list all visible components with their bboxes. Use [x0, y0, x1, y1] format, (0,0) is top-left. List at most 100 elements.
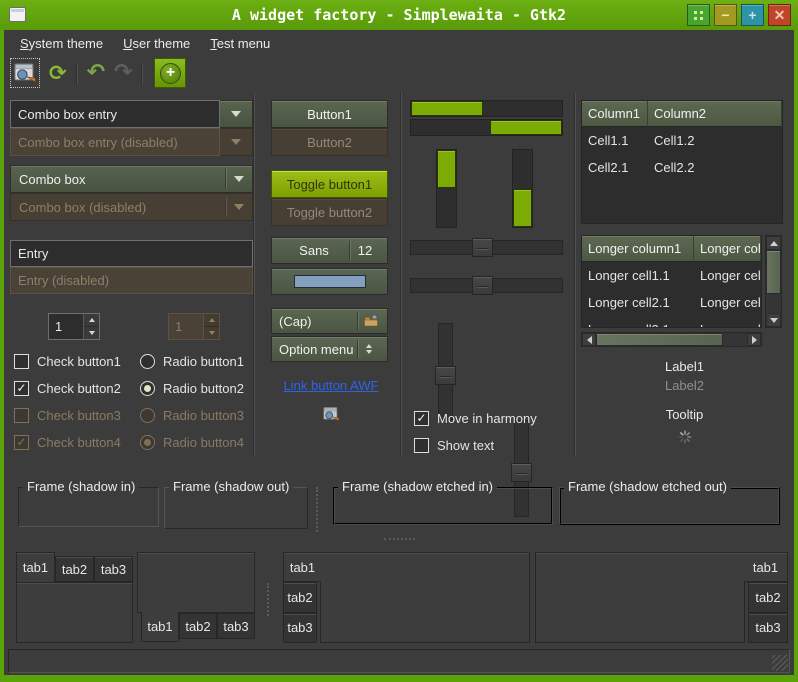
scale-vertical-1[interactable] [438, 323, 453, 420]
table-row[interactable]: Longer cell3.1 Longer cell3.2 [582, 316, 761, 328]
horizontal-scrollbar[interactable] [581, 332, 762, 347]
undo-toolbar-button[interactable]: ↶ [87, 62, 105, 84]
button1[interactable]: Button1 [271, 100, 388, 128]
radio-selected-icon[interactable] [140, 381, 155, 396]
add-toolbar-button[interactable]: + [154, 58, 186, 88]
combo-box-entry[interactable]: Combo box entry [10, 100, 253, 128]
spin-up-button[interactable] [84, 314, 99, 326]
redo-icon: ↷ [114, 60, 132, 85]
tab-tab1-active[interactable]: tab1 [744, 552, 788, 582]
arrow-down-icon [209, 331, 215, 335]
table-row[interactable]: Cell1.1 Cell1.2 [582, 127, 782, 154]
chevron-down-icon [234, 176, 244, 182]
option-menu[interactable]: Option menu [271, 336, 388, 362]
notebook-tabs-right: tab1 tab2 tab3 [535, 552, 788, 643]
radio-button-1[interactable]: Radio button1 [140, 352, 244, 370]
tab-tab3[interactable]: tab3 [748, 613, 788, 643]
menu-system-theme[interactable]: System theme [10, 32, 113, 55]
tab-tab2[interactable]: tab2 [748, 582, 788, 612]
scale-handle[interactable] [472, 276, 493, 295]
radio-button-2[interactable]: Radio button2 [140, 379, 244, 397]
spin-button[interactable]: 1 [48, 313, 100, 340]
combo-box-entry-field[interactable]: Combo box entry [10, 100, 220, 128]
spin-down-button[interactable] [84, 326, 99, 339]
table-row[interactable]: Longer cell1.1 Longer cell1.2 [582, 262, 761, 289]
check-button-1[interactable]: Check button1 [14, 352, 121, 370]
column-header[interactable]: Column2 [648, 101, 782, 127]
checkbox-checked-icon [14, 435, 29, 450]
spin-arrows [83, 314, 99, 339]
refresh-toolbar-button[interactable]: ⟳ [49, 63, 67, 84]
scroll-left-button[interactable] [582, 333, 596, 346]
scale-handle[interactable] [472, 238, 493, 257]
scale-handle[interactable] [435, 366, 456, 385]
spinner-icon [678, 430, 692, 444]
file-chooser-button[interactable]: (Cap) [271, 308, 388, 334]
menu-user-theme[interactable]: User theme [113, 32, 200, 55]
font-button[interactable]: Sans 12 [271, 237, 388, 264]
statusbar [8, 649, 790, 673]
radio-selected-icon [140, 435, 155, 450]
window-menu-dots-icon [694, 11, 703, 20]
combo-box-entry-disabled: Combo box entry (disabled) [10, 128, 253, 156]
checkbox-icon[interactable] [414, 438, 429, 453]
scrollbar-trough[interactable] [766, 294, 781, 313]
link-button[interactable]: Link button AWF [284, 378, 379, 393]
image-widget-wrap [266, 406, 396, 423]
tab-tab2[interactable]: tab2 [283, 582, 317, 612]
maximize-button[interactable]: + [741, 4, 764, 26]
scroll-down-button[interactable] [766, 313, 781, 327]
tab-tab2[interactable]: tab2 [179, 613, 217, 639]
scrollbar-thumb[interactable] [596, 333, 723, 346]
close-button[interactable]: ✕ [768, 4, 791, 26]
menu-test-menu[interactable]: Test menu [200, 32, 280, 55]
combo-box-entry-arrow-button[interactable] [220, 100, 253, 128]
range-panel: Move in harmony Show text [406, 90, 570, 460]
tab-tab1-active[interactable]: tab1 [141, 612, 179, 642]
label2-disabled: Label2 [579, 378, 790, 393]
checkbox-checked-icon[interactable] [14, 381, 29, 396]
maximize-icon: + [748, 8, 756, 22]
scroll-up-button[interactable] [766, 236, 781, 250]
column-header[interactable]: Longer column2 [694, 236, 761, 262]
notebook-page [16, 582, 133, 643]
table-row[interactable]: Longer cell2.1 Longer cell2.2 [582, 289, 761, 316]
tab-tab3[interactable]: tab3 [283, 613, 317, 643]
tab-tab1-active[interactable]: tab1 [283, 552, 321, 582]
radio-icon[interactable] [140, 354, 155, 369]
column-header[interactable]: Longer column1 [582, 236, 694, 262]
resize-grip[interactable] [772, 655, 788, 671]
text-entry-disabled: Entry (disabled) [10, 267, 253, 294]
table-row[interactable]: Cell2.1 Cell2.2 [582, 154, 782, 181]
scrollbar-thumb[interactable] [766, 250, 781, 294]
check-move-in-harmony[interactable]: Move in harmony [414, 409, 537, 427]
titlebar[interactable]: A widget factory - Simplewaita - Gtk2 − … [0, 0, 798, 30]
scrollbar-trough[interactable] [723, 333, 747, 346]
toggle-button1-active[interactable]: Toggle button1 [271, 170, 388, 198]
spin-up-button [204, 314, 219, 326]
chevron-down-icon [231, 111, 241, 117]
label1: Label1 [579, 359, 790, 374]
tab-tab2[interactable]: tab2 [55, 556, 94, 582]
combo-box[interactable]: Combo box [10, 165, 253, 193]
scale-horizontal-1[interactable] [410, 240, 563, 255]
tab-tab3[interactable]: tab3 [94, 556, 133, 582]
check-show-text[interactable]: Show text [414, 436, 494, 454]
minimize-button[interactable]: − [714, 4, 737, 26]
find-replace-toolbar-button[interactable] [10, 58, 40, 88]
check-button-2[interactable]: Check button2 [14, 379, 121, 397]
checkbox-checked-icon[interactable] [414, 411, 429, 426]
scale-horizontal-2[interactable] [410, 278, 563, 293]
column-header[interactable]: Column1 [582, 101, 648, 127]
checkbox-icon[interactable] [14, 354, 29, 369]
scroll-right-button[interactable] [747, 333, 761, 346]
tab-tab3[interactable]: tab3 [217, 613, 255, 639]
window-controls: − + ✕ [687, 4, 791, 26]
window-menu-button[interactable] [687, 4, 710, 26]
tab-tab1-active[interactable]: tab1 [16, 552, 55, 582]
tab-bar: tab1 tab2 tab3 [16, 552, 133, 582]
vertical-scrollbar[interactable] [765, 235, 782, 328]
text-entry[interactable]: Entry [10, 240, 253, 267]
color-swatch [294, 275, 366, 288]
color-button[interactable] [271, 268, 388, 295]
